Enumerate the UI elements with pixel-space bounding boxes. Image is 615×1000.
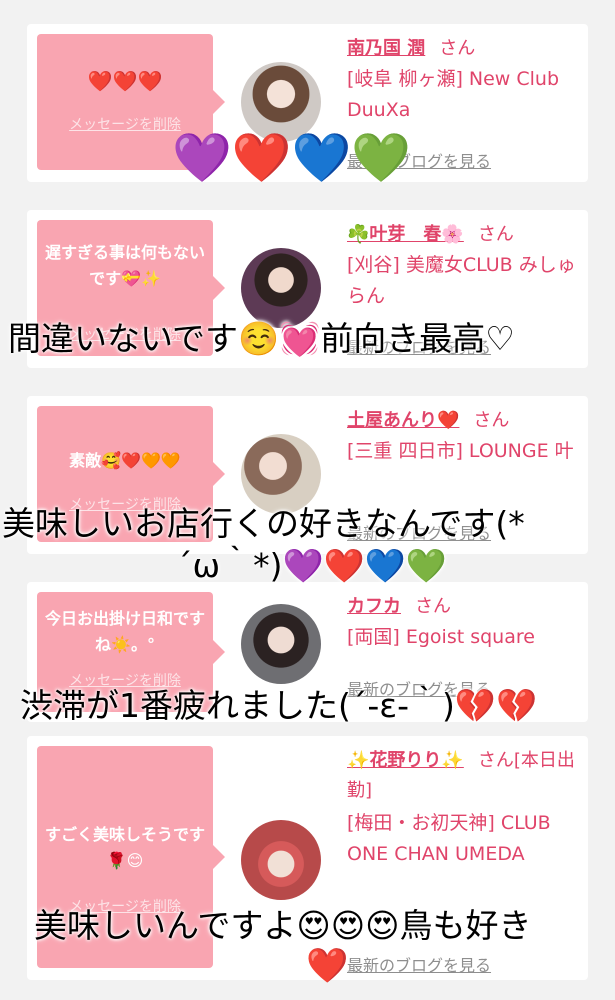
cast-name-link[interactable]: 南乃国 潤 [347, 38, 425, 59]
shop-name[interactable]: [三重 四日市] LOUNGE 叶 [347, 436, 578, 467]
message-text: ❤️❤️❤️ [87, 69, 163, 93]
caption-line-4: 美味しいんですよ😍😍😍鳥も好き [34, 906, 532, 945]
message-text: 遅すぎる事は何もないです💝✨ [44, 243, 205, 288]
avatar[interactable] [241, 604, 321, 684]
honorific: さん [439, 38, 476, 59]
avatar[interactable] [241, 434, 321, 514]
latest-blog-link[interactable]: 最新のブログを見る [347, 952, 491, 976]
honorific: さん [473, 410, 510, 431]
shop-name[interactable]: [岐阜 柳ヶ瀬] New Club DuuXa [347, 64, 578, 126]
message-text: 素敵🥰❤️🧡🧡 [69, 451, 181, 470]
caption-line-1: 間違いないです☺️💓前向き最高♡ [8, 319, 515, 358]
shop-name[interactable]: [両国] Egoist square [347, 622, 578, 653]
message-text: すごく美味しそうです🌹😊 [44, 825, 205, 870]
caption-line-3: 渋滞が1番疲れました(´-ε-｀)💔💔 [20, 686, 538, 725]
avatar[interactable] [241, 820, 321, 900]
caption-line-2a: 美味しいお店行くの好きなんです(* [2, 504, 525, 543]
honorific: さん [415, 596, 451, 617]
cast-name-link[interactable]: 土屋あんり❤️ [347, 410, 459, 431]
honorific: さん [477, 224, 514, 245]
avatar[interactable] [241, 248, 321, 328]
shop-name[interactable]: [梅田・お初天神] CLUB ONE CHAN UMEDA [347, 808, 578, 870]
hearts-sticker: 💜❤️💙💚 [172, 130, 412, 186]
cast-name-link[interactable]: カフカ [347, 596, 401, 617]
shop-name[interactable]: [刈谷] 美魔女CLUB みしゅらん [347, 250, 578, 312]
message-text: 今日お出掛け日和ですね☀️。° [44, 609, 205, 654]
caption-line-2b: ´ω｀*)💜❤️💙💚 [176, 546, 447, 585]
cast-name-link[interactable]: ✨花野りり✨ [347, 750, 464, 771]
cast-name-link[interactable]: ☘️叶芽 春🌸 [347, 224, 464, 245]
heart-sticker: ❤️ [306, 946, 349, 986]
